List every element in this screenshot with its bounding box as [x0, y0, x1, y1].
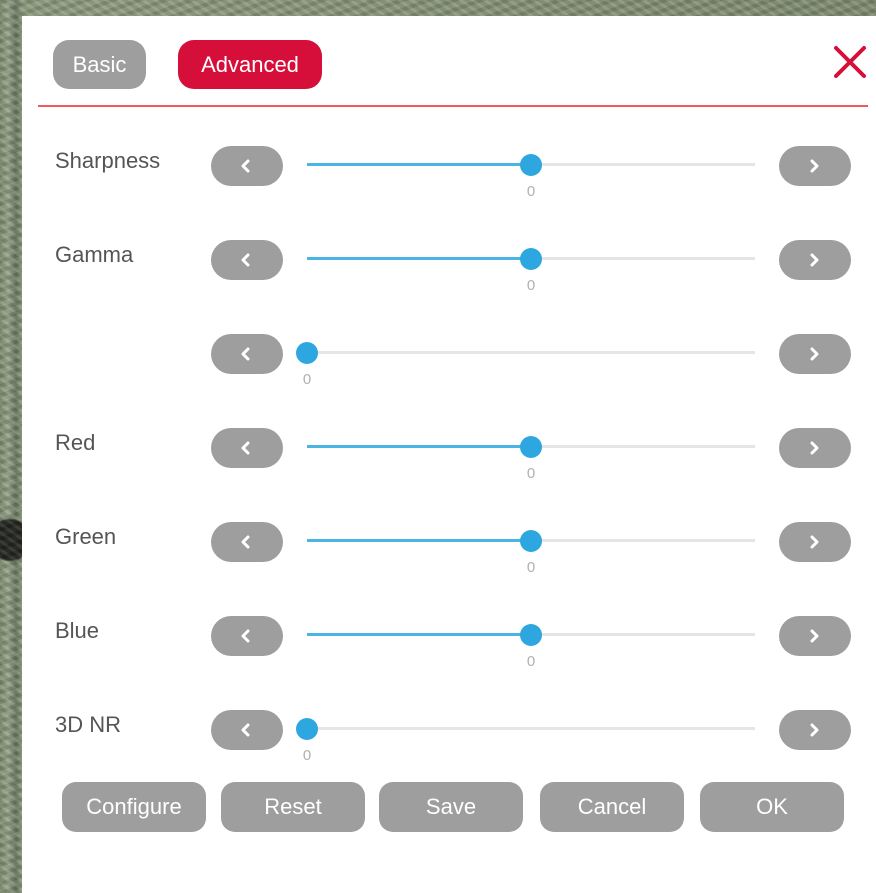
slider-label-3d-nr: 3D NR: [55, 712, 122, 737]
save-button[interactable]: Save: [379, 782, 523, 832]
slider-row: 3D NR 0: [22, 692, 876, 764]
configure-button[interactable]: Configure: [62, 782, 206, 832]
decrease-button[interactable]: [211, 428, 283, 468]
slider-label-gamma: Gamma: [55, 242, 134, 267]
increase-button[interactable]: [779, 522, 851, 562]
increase-button[interactable]: [779, 334, 851, 374]
slider-value: 0: [526, 465, 536, 482]
increase-button[interactable]: [779, 616, 851, 656]
slider-value: 0: [302, 747, 312, 764]
slider-row: Green 0: [22, 504, 876, 576]
slider-thumb[interactable]: [520, 248, 542, 270]
increase-button[interactable]: [779, 710, 851, 750]
cancel-button[interactable]: Cancel: [540, 782, 684, 832]
slider-label-sharpness: Sharpness: [55, 148, 161, 173]
increase-button[interactable]: [779, 146, 851, 186]
slider-row: Blue 0: [22, 598, 876, 670]
slider-row: Sharpness 0: [22, 128, 876, 200]
slider-fill: [307, 633, 531, 636]
slider-label-blue: Blue: [55, 618, 100, 643]
slider-fill: [307, 539, 531, 542]
decrease-button[interactable]: [211, 616, 283, 656]
decrease-button[interactable]: [211, 334, 283, 374]
slider-thumb[interactable]: [520, 154, 542, 176]
slider-thumb[interactable]: [296, 342, 318, 364]
slider-thumb[interactable]: [520, 436, 542, 458]
slider-value: 0: [526, 559, 536, 576]
slider-row: Red 0: [22, 410, 876, 482]
slider-value: 0: [526, 277, 536, 294]
slider-value: 0: [526, 183, 536, 200]
slider-track[interactable]: [307, 727, 755, 730]
increase-button[interactable]: [779, 240, 851, 280]
decrease-button[interactable]: [211, 146, 283, 186]
ok-button[interactable]: OK: [700, 782, 844, 832]
increase-button[interactable]: [779, 428, 851, 468]
tab-advanced[interactable]: Advanced: [178, 40, 322, 89]
reset-button[interactable]: Reset: [221, 782, 365, 832]
decrease-button[interactable]: [211, 710, 283, 750]
slider-fill: [307, 257, 531, 260]
close-icon[interactable]: [830, 42, 870, 82]
slider-fill: [307, 445, 531, 448]
slider-row: 0: [22, 316, 876, 388]
slider-thumb[interactable]: [520, 624, 542, 646]
slider-row: Gamma 0: [22, 222, 876, 294]
slider-track[interactable]: [307, 351, 755, 354]
decrease-button[interactable]: [211, 240, 283, 280]
slider-thumb[interactable]: [296, 718, 318, 740]
slider-thumb[interactable]: [520, 530, 542, 552]
image-settings-dialog: Basic Advanced Sharpness 0 Gamma 0 0 Red 0 Gree…: [22, 16, 876, 893]
decrease-button[interactable]: [211, 522, 283, 562]
tab-basic[interactable]: Basic: [53, 40, 146, 89]
slider-label-red: Red: [55, 430, 96, 455]
slider-label-green: Green: [55, 524, 117, 549]
slider-value: 0: [526, 653, 536, 670]
header-divider: [38, 105, 868, 107]
slider-fill: [307, 163, 531, 166]
slider-value: 0: [302, 371, 312, 388]
